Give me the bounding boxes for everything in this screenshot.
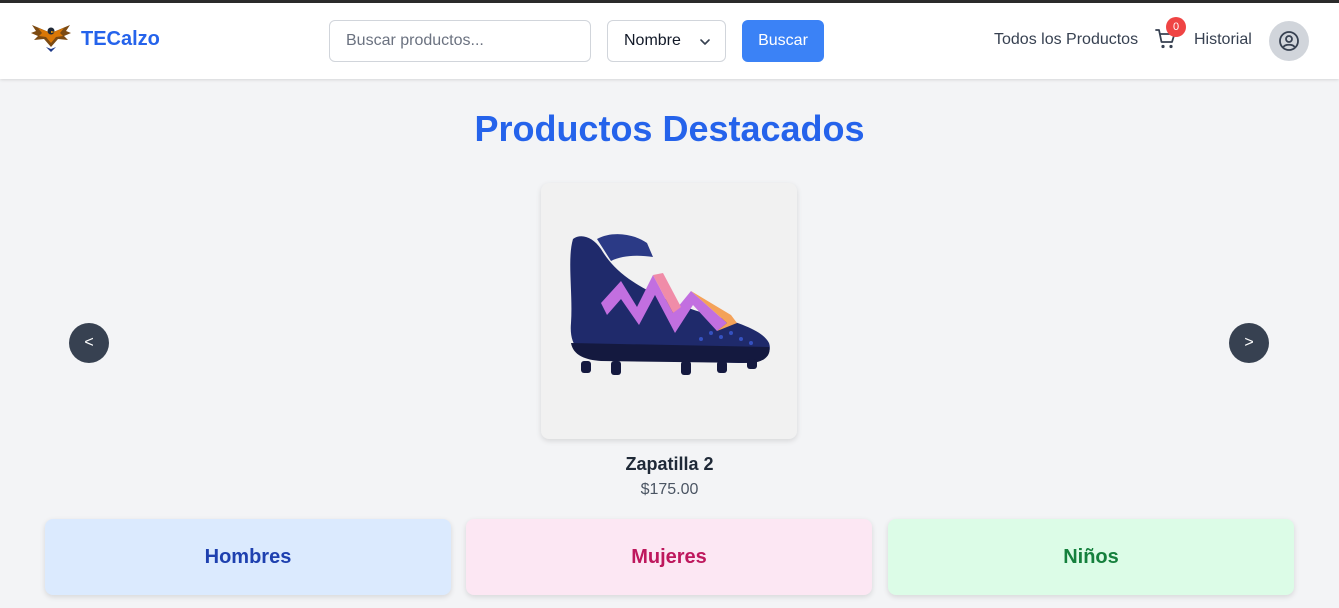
chevron-down-icon bbox=[700, 39, 710, 45]
nav-all-products[interactable]: Todos los Productos bbox=[994, 31, 1138, 49]
cart-count-badge: 0 bbox=[1166, 17, 1186, 37]
category-kids-label: Niños bbox=[1063, 545, 1119, 568]
sort-select[interactable]: Nombre bbox=[607, 20, 726, 62]
search-button[interactable]: Buscar bbox=[742, 20, 824, 62]
user-circle-icon bbox=[1279, 31, 1299, 51]
category-men-label: Hombres bbox=[204, 545, 292, 568]
category-women-label: Mujeres bbox=[631, 545, 707, 568]
nav-history[interactable]: Historial bbox=[1194, 31, 1252, 49]
user-avatar-button[interactable] bbox=[1269, 21, 1309, 61]
product-image bbox=[570, 234, 770, 375]
top-navbar: TECalzo Nombre Buscar Todos los Producto… bbox=[0, 3, 1339, 79]
featured-product-card[interactable] bbox=[541, 183, 797, 439]
category-men[interactable]: Hombres bbox=[45, 519, 451, 595]
category-women[interactable]: Mujeres bbox=[466, 519, 872, 595]
carousel-prev-button[interactable]: < bbox=[69, 323, 109, 363]
sort-select-value: Nombre bbox=[624, 32, 681, 49]
carousel-next-button[interactable]: > bbox=[1229, 323, 1269, 363]
featured-title: Productos Destacados bbox=[474, 108, 865, 149]
search-input[interactable] bbox=[329, 20, 591, 62]
brand-name[interactable]: TECalzo bbox=[81, 28, 160, 51]
product-name: Zapatilla 2 bbox=[625, 454, 714, 474]
category-kids[interactable]: Niños bbox=[888, 519, 1294, 595]
product-price: $175.00 bbox=[640, 481, 699, 498]
eagle-logo-icon[interactable] bbox=[30, 21, 72, 55]
